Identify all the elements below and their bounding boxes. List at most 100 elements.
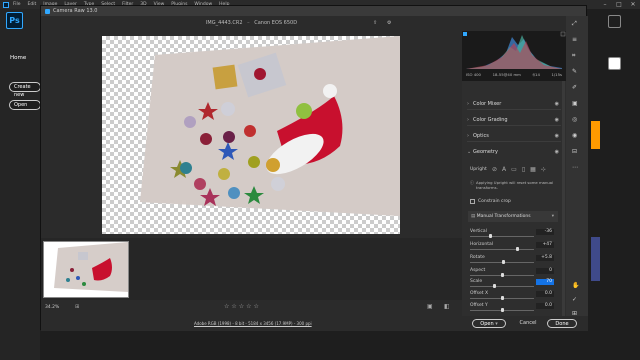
hand-icon[interactable]: ✋	[572, 282, 579, 289]
slider-aspect[interactable]: Aspect 0	[470, 268, 554, 279]
app-icon	[3, 1, 9, 8]
crop-icon[interactable]: ⌗	[572, 52, 575, 60]
upright-buttons: ⊘ A ▭ ▯ ▦ ⊹	[492, 166, 546, 173]
eye-icon[interactable]: ◉	[555, 101, 559, 107]
constrain-crop-row[interactable]: Constrain crop	[470, 199, 511, 204]
radial-filter-icon[interactable]: ◎	[572, 116, 577, 123]
slider-track[interactable]	[470, 236, 534, 237]
slider-label: Rotate	[470, 255, 485, 260]
graduated-filter-icon[interactable]: ▣	[572, 100, 578, 107]
canvas-bottom-bar: 34.2% ⊞ ☆☆☆☆☆ ▣ ◧	[41, 300, 462, 316]
save-icon[interactable]: ⇪	[373, 16, 377, 31]
shadow-clipping-icon[interactable]	[463, 32, 467, 36]
slider-track[interactable]	[470, 286, 534, 287]
slider-vertical[interactable]: Vertical -36	[470, 229, 554, 240]
menu-edit[interactable]: Edit	[28, 2, 37, 7]
vertical-upright-icon[interactable]: ▯	[522, 166, 525, 173]
workflow-options-link[interactable]: Adobe RGB (1998) - 8 bit - 5184 x 3456 (…	[194, 321, 312, 326]
cancel-button[interactable]: Cancel	[513, 319, 543, 328]
slider-label: Offset X	[470, 291, 489, 296]
slider-value-field[interactable]: 70	[536, 279, 554, 285]
section-color-mixer[interactable]: › Color Mixer ◉	[467, 98, 561, 110]
panel-scrollbar[interactable]	[562, 81, 565, 316]
presets-icon[interactable]: ⊟	[572, 148, 577, 155]
filmstrip-thumbnail[interactable]	[43, 241, 129, 298]
slider-scale[interactable]: Scale 70	[470, 279, 554, 290]
slider-value-field[interactable]: -36	[536, 229, 554, 235]
slider-offset-x[interactable]: Offset X 0.0	[470, 291, 554, 302]
slider-label: Horizontal	[470, 242, 493, 247]
shutter-value: 1/15s	[551, 72, 562, 77]
grid-icon[interactable]: ⊞	[572, 310, 577, 317]
menu-file[interactable]: File	[13, 2, 21, 7]
fit-view-icon[interactable]: ⊞	[75, 304, 79, 310]
zoom-level[interactable]: 34.2%	[45, 305, 59, 310]
slider-horizontal[interactable]: Horizontal +47	[470, 242, 554, 253]
heal-icon[interactable]: ✎	[572, 68, 577, 75]
window-controls: – □ ✕	[598, 0, 640, 9]
manual-transforms-header[interactable]: ▤ Manual Transformations ▾	[468, 211, 558, 222]
eye-icon[interactable]: ◉	[555, 117, 559, 123]
mask-brush-icon[interactable]: ✐	[572, 84, 577, 91]
eye-icon[interactable]: ◉	[555, 149, 559, 155]
home-nav[interactable]: Home	[10, 55, 26, 61]
slider-value-field[interactable]: 0.0	[536, 303, 554, 309]
slider-thumb[interactable]	[492, 284, 496, 288]
create-new-button[interactable]: Create new	[9, 82, 41, 98]
level-upright-icon[interactable]: ▭	[511, 166, 517, 173]
auto-upright-icon[interactable]: A	[502, 166, 506, 173]
slider-thumb[interactable]	[500, 296, 504, 300]
slider-value-field[interactable]: 0	[536, 268, 554, 274]
open-button[interactable]: Open ▾	[472, 319, 506, 328]
compare-view-icon[interactable]: ▣	[427, 303, 433, 310]
settings-gear-icon[interactable]: ⚙	[387, 16, 391, 31]
camera-model: Canon EOS 650D	[254, 20, 298, 26]
open-button-label: Open	[480, 321, 494, 327]
before-after-icon[interactable]: ◧	[444, 303, 450, 310]
constrain-crop-checkbox[interactable]	[470, 199, 475, 204]
red-eye-icon[interactable]: ◉	[572, 132, 577, 139]
tile-icon[interactable]	[608, 57, 621, 70]
rating-stars[interactable]: ☆☆☆☆☆	[224, 303, 261, 310]
thumbnail-image[interactable]	[591, 121, 600, 149]
section-color-grading[interactable]: › Color Grading ◉	[467, 114, 561, 126]
section-geometry[interactable]: ⌄ Geometry ◉	[467, 146, 561, 158]
reset-upright-icon[interactable]: ⊘	[492, 166, 497, 173]
full-upright-icon[interactable]: ▦	[530, 166, 536, 173]
highlight-clipping-icon[interactable]	[560, 31, 566, 37]
slider-track[interactable]	[470, 249, 534, 250]
eye-icon[interactable]: ◉	[555, 133, 559, 139]
info-icon: ⓘ	[470, 180, 474, 185]
dialog-title: Camera Raw 13.0	[53, 8, 98, 14]
more-icon[interactable]: ⋯	[572, 164, 578, 171]
open-file-button[interactable]: Open	[9, 100, 41, 110]
slider-value-field[interactable]: +5.8	[536, 255, 554, 261]
slider-rotate[interactable]: Rotate +5.8	[470, 255, 554, 266]
fullscreen-icon[interactable]: ⤢	[572, 20, 577, 28]
chevron-down-icon: ▾	[551, 214, 554, 219]
histogram: ISO 400 18-55@40 mm f/14 1/15s	[462, 31, 566, 81]
slider-thumb[interactable]	[502, 260, 506, 264]
slider-thumb[interactable]	[515, 247, 519, 251]
slider-value-field[interactable]: 0.0	[536, 291, 554, 297]
image-canvas[interactable]	[41, 31, 462, 238]
slider-thumb[interactable]	[500, 308, 504, 312]
slider-value-field[interactable]: +47	[536, 242, 554, 248]
slider-offset-y[interactable]: Offset Y 0.0	[470, 303, 554, 314]
dialog-titlebar: Camera Raw 13.0	[41, 6, 586, 16]
search-icon[interactable]	[608, 15, 621, 28]
guided-upright-icon[interactable]: ⊹	[541, 166, 546, 173]
slider-thumb[interactable]	[488, 234, 492, 238]
iso-value: ISO 400	[466, 72, 481, 77]
transformed-photo	[140, 36, 400, 216]
upright-note: ⓘ Applying Upright will reset some manua…	[470, 180, 556, 190]
minimize-icon[interactable]: –	[598, 0, 612, 9]
slider-thumb[interactable]	[500, 273, 504, 277]
maximize-icon[interactable]: □	[612, 0, 626, 9]
section-optics[interactable]: › Optics ◉	[467, 130, 561, 142]
sampler-icon[interactable]: ✓	[572, 296, 577, 303]
thumbnail-image[interactable]	[591, 237, 600, 281]
close-icon[interactable]: ✕	[626, 0, 640, 9]
edit-icon[interactable]: ≡	[572, 36, 577, 43]
done-button[interactable]: Done	[547, 319, 577, 328]
